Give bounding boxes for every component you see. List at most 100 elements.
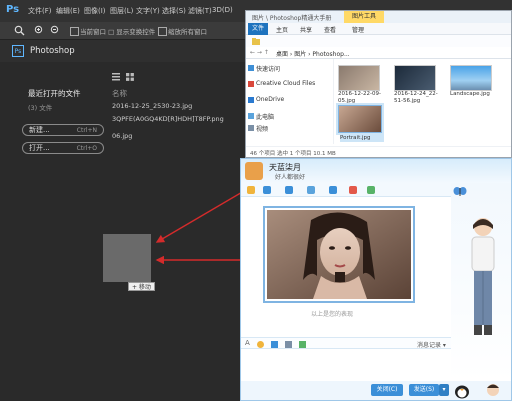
open-shortcut: Ctrl+O <box>76 145 97 152</box>
menu-edit[interactable]: 编辑(E) <box>56 6 80 16</box>
menu-layer[interactable]: 图层(L) <box>110 6 133 16</box>
received-image-frame[interactable] <box>263 206 415 303</box>
quick-access-toolbar <box>246 35 511 47</box>
menu-filter[interactable]: 滤镜(T) <box>188 6 212 16</box>
contact-signature: 好人都很好 <box>275 174 306 181</box>
recent-file-2[interactable]: 3QPFE(A0GQ4KD[R]HDH]T8FP.png <box>112 115 224 123</box>
font-icon[interactable]: A <box>245 339 250 347</box>
resize-windows-checkbox[interactable] <box>70 27 79 36</box>
message-record[interactable]: 消息记录 ▾ <box>417 340 446 349</box>
zoom-all-checkbox[interactable] <box>158 27 167 36</box>
onedrive-icon <box>248 97 254 103</box>
menu-file[interactable]: 文件(F) <box>28 6 52 16</box>
new-shortcut: Ctrl+N <box>76 127 97 134</box>
nav-creative-cloud[interactable]: Creative Cloud Files <box>256 80 315 87</box>
more-apps-icon[interactable] <box>367 186 375 194</box>
zoom-in-icon[interactable] <box>34 25 45 36</box>
nav-quick-access[interactable]: 快速访问 <box>256 64 280 73</box>
quick-access-icon <box>248 65 254 71</box>
ps-document-icon: Ps <box>12 45 24 57</box>
image-caption: 以上是您的表现 <box>311 311 354 318</box>
portrait-photo[interactable] <box>267 210 411 299</box>
zoom-out-icon[interactable] <box>50 25 61 36</box>
menu-select[interactable]: 选择(S) <box>162 6 186 16</box>
ribbon-share-tab[interactable]: 共享 <box>300 25 312 34</box>
menu-type[interactable]: 文字(Y) <box>136 6 160 16</box>
address-bar[interactable]: ← → ↑ 桌面 › 图片 › Photoshop... <box>246 47 511 59</box>
folder-icon <box>252 38 260 45</box>
move-cursor-label: + 移动 <box>128 282 155 291</box>
file-thumb-2[interactable] <box>394 65 436 91</box>
butterfly-icon <box>453 187 467 196</box>
screenshot-icon[interactable] <box>271 341 278 348</box>
new-button[interactable]: 新建... Ctrl+N <box>22 124 104 136</box>
dragged-image-preview[interactable] <box>103 234 151 282</box>
file-thumb-1[interactable] <box>338 65 380 91</box>
file-explorer-window: 图片 \ Photoshop精通大手册 图片工具 文件 主页 共享 查看 管理 … <box>245 10 512 158</box>
remote-icon[interactable] <box>307 186 315 194</box>
contact-avatar[interactable] <box>245 162 263 180</box>
recent-files-count: (3) 文件 <box>28 104 53 112</box>
list-view-icon[interactable] <box>112 73 120 81</box>
ribbon-view-tab[interactable]: 查看 <box>324 25 336 34</box>
navigation-pane: 快速访问 Creative Cloud Files OneDrive 此电脑 视… <box>246 59 334 144</box>
file-thumb-portrait[interactable] <box>336 103 384 135</box>
penguin-mascot-icon <box>455 385 469 399</box>
videos-icon <box>248 125 254 131</box>
file-name-2: 2016-12-24_22-51-56.jpg <box>394 91 438 104</box>
ps-start-workspace: 最近打开的文件 (3) 文件 名称 2016-12-25_2530-23.jpg… <box>0 62 245 401</box>
photoshop-logo-icon: Ps <box>6 4 20 15</box>
file-name-1: 2016-12-22-09-05.jpg <box>338 91 381 104</box>
video-call-icon[interactable] <box>285 186 293 194</box>
send-button[interactable]: 发送(S) <box>409 384 439 396</box>
open-button-label: 打开... <box>29 144 50 152</box>
address-path: 桌面 › 图片 › Photoshop... <box>276 51 350 58</box>
file-thumb-3[interactable] <box>450 65 492 91</box>
qq-bottom-bar: 关闭(C) 发送(S) ▾ <box>241 381 511 400</box>
status-text: 46 个项目 选中 1 个项目 10.1 MB <box>250 151 336 157</box>
name-column-header: 名称 <box>112 89 127 98</box>
picture-tools-tab[interactable]: 图片工具 <box>344 11 384 23</box>
qq-show-avatar-icon[interactable] <box>485 383 501 398</box>
menu-image[interactable]: 图像(I) <box>84 6 106 16</box>
file-name-portrait: Portrait.jpg <box>340 135 384 142</box>
resize-windows-label: 当前窗口 □ 显示变换控件 <box>80 28 156 36</box>
qq-show-panel <box>451 183 511 381</box>
image-icon[interactable] <box>285 341 292 348</box>
send-file-icon[interactable] <box>329 186 337 194</box>
ribbon-home-tab[interactable]: 主页 <box>276 25 288 34</box>
file-name-3: Landscape.jpg <box>450 91 490 97</box>
zoom-all-label: 缩放所有窗口 <box>168 28 207 36</box>
nav-this-pc[interactable]: 此电脑 <box>256 112 274 121</box>
send-options-icon[interactable]: ▾ <box>439 384 449 396</box>
close-button[interactable]: 关闭(C) <box>371 384 403 396</box>
this-pc-icon <box>248 113 254 119</box>
recent-file-3[interactable]: 06.jpg <box>112 132 132 140</box>
recent-files-heading: 最近打开的文件 <box>28 89 81 98</box>
creative-cloud-icon <box>248 81 254 87</box>
open-button[interactable]: 打开... Ctrl+O <box>22 142 104 154</box>
new-button-label: 新建... <box>29 126 50 134</box>
qq-chat-window: 天蓝柒月 好人都很好 以上是您的表现 A 消息记录 ▾ 关闭(C) 发送(S) … <box>240 158 512 401</box>
nav-videos[interactable]: 视频 <box>256 124 268 133</box>
zoom-tool-icon[interactable] <box>14 25 25 36</box>
explorer-status-bar: 46 个项目 选中 1 个项目 10.1 MB <box>246 146 511 157</box>
explorer-title: 图片 \ Photoshop精通大手册 <box>252 15 332 22</box>
emoticon-icon[interactable] <box>257 341 264 348</box>
recent-file-1[interactable]: 2016-12-25_2530-23.jpg <box>112 102 192 110</box>
music-icon[interactable] <box>299 341 306 348</box>
ribbon-manage-tab[interactable]: 管理 <box>352 25 364 34</box>
app-icon[interactable] <box>349 186 357 194</box>
qq-header: 天蓝柒月 好人都很好 <box>241 159 511 183</box>
nav-onedrive[interactable]: OneDrive <box>256 96 284 103</box>
explorer-titlebar: 图片 \ Photoshop精通大手册 图片工具 <box>246 11 511 23</box>
voice-call-icon[interactable] <box>263 186 271 194</box>
menu-3d[interactable]: 3D(D) <box>212 6 233 14</box>
ribbon-file-tab[interactable]: 文件 <box>248 23 268 35</box>
ps-tab-title[interactable]: Photoshop <box>30 46 75 56</box>
back-arrow-icon[interactable]: ← → ↑ <box>250 49 269 56</box>
grid-view-icon[interactable] <box>126 73 134 81</box>
file-list: 2016-12-22-09-05.jpg 2016-12-24_22-51-56… <box>334 59 511 144</box>
emoji-icon[interactable] <box>247 186 255 194</box>
message-input[interactable] <box>241 349 451 381</box>
